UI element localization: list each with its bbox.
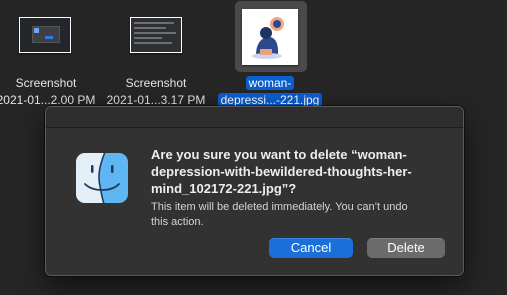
thumbnail-finder-icon bbox=[34, 28, 39, 33]
screenshot-thumbnail-icon[interactable] bbox=[19, 17, 71, 53]
dialog-title-line: mind_102172-221.jpg”? bbox=[151, 181, 297, 196]
cancel-button[interactable]: Cancel bbox=[269, 238, 353, 258]
woman-illustration-icon bbox=[242, 9, 298, 65]
file-name[interactable]: Screenshot bbox=[6, 76, 86, 91]
dialog-title: Are you sure you want to delete “woman- … bbox=[151, 146, 451, 197]
thumbnail-row bbox=[134, 37, 162, 39]
delete-confirmation-dialog: Are you sure you want to delete “woman- … bbox=[45, 106, 464, 276]
screenshot-thumbnail-icon[interactable] bbox=[130, 17, 182, 53]
thumbnail-row bbox=[134, 22, 174, 24]
dialog-title-line: depression-with-bewildered-thoughts-her- bbox=[151, 164, 412, 179]
dialog-message: This item will be deleted immediately. Y… bbox=[151, 200, 451, 230]
file-name[interactable]: woman- bbox=[216, 76, 324, 91]
file-name-line-1: woman- bbox=[245, 76, 295, 90]
thumbnail-row bbox=[134, 32, 176, 34]
finder-icon bbox=[75, 151, 129, 205]
file-name-line-1: Screenshot bbox=[15, 76, 77, 90]
thumbnail-row bbox=[134, 42, 172, 44]
dialog-title-line: Are you sure you want to delete “woman- bbox=[151, 147, 407, 162]
image-thumbnail-icon[interactable] bbox=[242, 9, 298, 65]
file-name-line-1: Screenshot bbox=[125, 76, 187, 90]
thumbnail-button bbox=[45, 36, 53, 39]
dialog-message-line: this action. bbox=[151, 216, 204, 228]
thumbnail-row bbox=[134, 27, 166, 29]
file-name-line-2: depressi...-221.jpg bbox=[217, 93, 323, 107]
dialog-titlebar bbox=[46, 107, 463, 128]
file-name[interactable]: Screenshot bbox=[116, 76, 196, 91]
delete-button[interactable]: Delete bbox=[367, 238, 445, 258]
dialog-message-line: This item will be deleted immediately. Y… bbox=[151, 201, 408, 213]
